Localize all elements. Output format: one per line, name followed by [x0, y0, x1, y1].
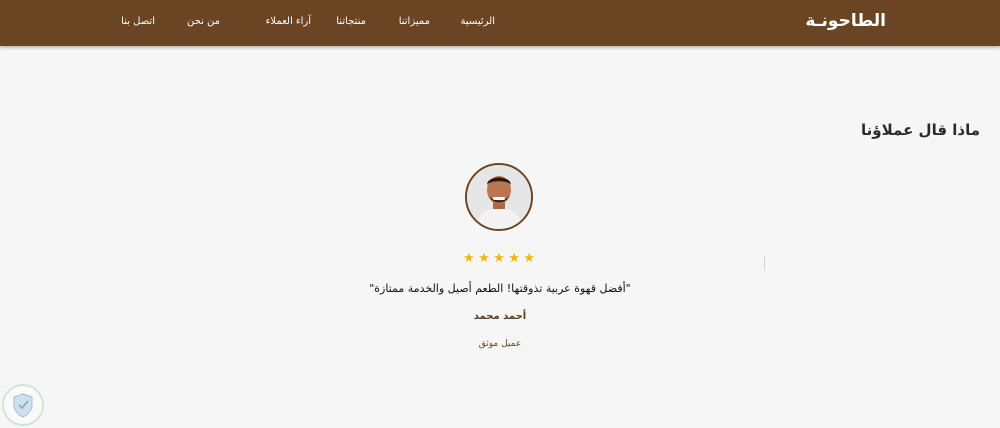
- star-icon: ★: [463, 251, 475, 266]
- testimonial-quote: "أفضل قهوة عربية تذوقتها! الطعم أصيل وال…: [369, 282, 631, 295]
- star-icon: ★: [523, 251, 535, 266]
- star-icon: ★: [508, 251, 520, 266]
- nav-about[interactable]: من نحن: [187, 16, 220, 27]
- testimonials-title: ماذا قال عملاؤنا: [861, 121, 980, 139]
- nav-contact[interactable]: اتصل بنا: [121, 16, 155, 27]
- testimonial-author: أحمد محمد: [473, 311, 527, 322]
- brand-logo[interactable]: الطاحونـة: [805, 11, 886, 31]
- nav-home[interactable]: الرئيسية: [461, 16, 495, 27]
- shield-badge: [2, 384, 44, 426]
- nav-reviews[interactable]: آراء العملاء: [266, 16, 311, 27]
- testimonial-role: عميل موثق: [478, 339, 522, 349]
- star-icon: ★: [493, 251, 505, 266]
- carousel-divider: [764, 256, 765, 270]
- star-icon: ★: [478, 251, 490, 266]
- nav-features[interactable]: مميزاتنا: [399, 16, 430, 27]
- shield-icon: [13, 393, 33, 418]
- customer-avatar: [465, 163, 533, 231]
- avatar-photo: [467, 165, 531, 229]
- rating-stars: ★ ★ ★ ★ ★: [463, 252, 535, 266]
- nav-products[interactable]: منتجاتنا: [336, 16, 366, 27]
- top-navbar: الطاحونـة الرئيسية مميزاتنا منتجاتنا آرا…: [0, 0, 1000, 46]
